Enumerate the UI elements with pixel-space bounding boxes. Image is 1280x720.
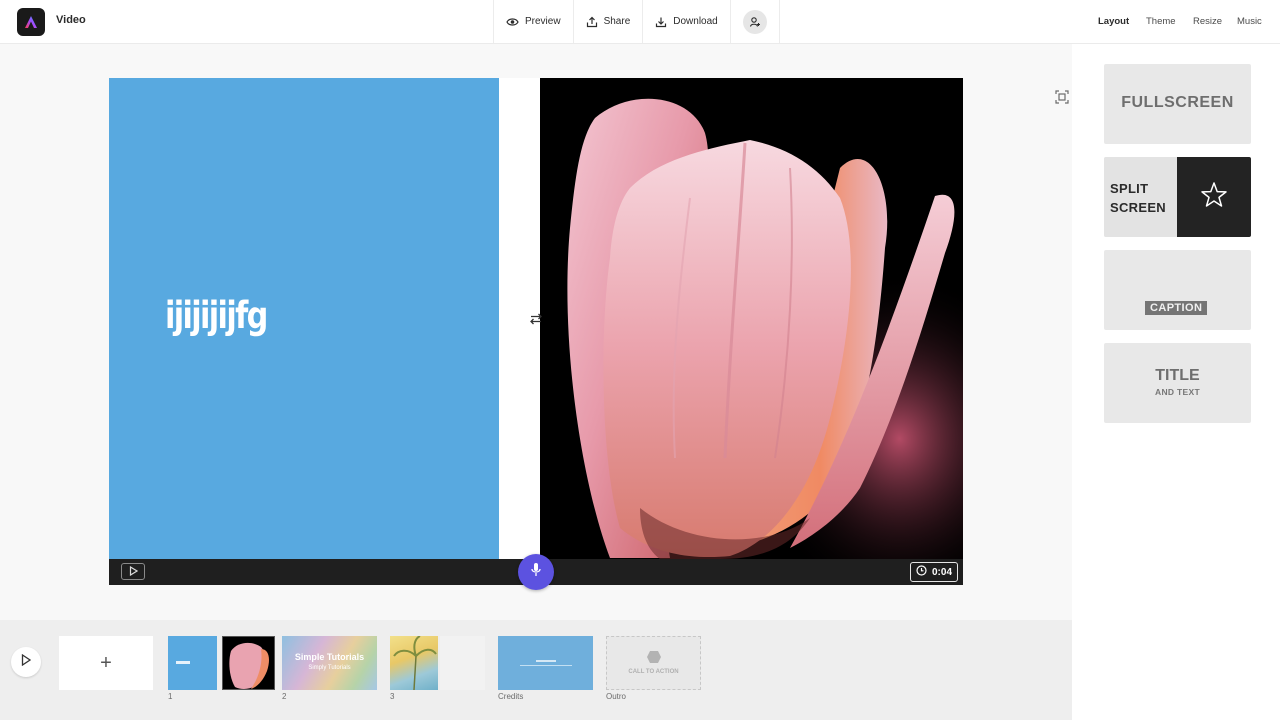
download-button[interactable]: Download <box>642 0 729 43</box>
swap-sides-handle[interactable] <box>526 309 546 329</box>
download-icon <box>655 16 667 28</box>
tulip-image[interactable] <box>540 78 963 559</box>
play-video-button[interactable] <box>11 647 41 677</box>
layout-split-screen-card[interactable]: SPLIT SCREEN <box>1104 157 1251 237</box>
eye-icon <box>506 17 519 27</box>
layout-title-card[interactable]: TITLE AND TEXT <box>1104 343 1251 423</box>
timeline-strip: + 1 Simple Tutorials Simply Tutorials 2 … <box>0 620 1072 720</box>
star-icon <box>1200 181 1228 214</box>
play-icon <box>21 653 32 671</box>
credits-line-2 <box>520 665 572 666</box>
timeline-thumb-1-right[interactable] <box>222 636 275 690</box>
share-icon <box>586 16 598 28</box>
layout-fullscreen-label: FULLSCREEN <box>1121 94 1234 111</box>
invite-button[interactable] <box>729 0 780 43</box>
top-actions: Preview Share Download <box>493 0 780 43</box>
add-slide-button[interactable]: + <box>59 636 153 690</box>
layout-fullscreen-card[interactable]: FULLSCREEN <box>1104 64 1251 144</box>
top-bar: Video Preview Share Download Layout Them… <box>0 0 1280 44</box>
right-tabs: Layout Theme Resize Music <box>1072 0 1280 43</box>
tab-theme[interactable]: Theme <box>1146 16 1176 27</box>
layout-caption-label: CAPTION <box>1145 301 1208 315</box>
layout-title-label: TITLE <box>1155 367 1200 384</box>
thumb-label-outro: Outro <box>606 692 627 701</box>
tab-resize[interactable]: Resize <box>1193 16 1222 27</box>
thumb-2-subtitle: Simply Tutorials <box>308 665 351 671</box>
thumb-label-1: 1 <box>168 692 173 701</box>
split-label-line1: SPLIT <box>1110 181 1149 196</box>
timeline-thumb-3-left[interactable] <box>390 636 438 690</box>
slide-text[interactable]: ijijijijfg <box>165 294 268 337</box>
download-label: Download <box>673 16 718 27</box>
credits-line-1 <box>536 660 556 662</box>
share-label: Share <box>603 16 631 27</box>
thumb-label-credits: Credits <box>498 692 524 701</box>
adobe-express-logo[interactable] <box>17 8 45 36</box>
slide-left-panel[interactable]: ijijijijfg <box>109 78 499 559</box>
timeline-thumb-outro[interactable]: CALL TO ACTION <box>606 636 701 690</box>
preview-button[interactable]: Preview <box>493 0 573 43</box>
layout-title-sublabel: AND TEXT <box>1155 387 1200 397</box>
outro-cta-text: CALL TO ACTION <box>628 669 679 675</box>
tab-music[interactable]: Music <box>1237 16 1262 27</box>
layout-split-label: SPLIT SCREEN <box>1110 179 1166 217</box>
slide-play-button[interactable] <box>121 563 145 580</box>
add-person-icon <box>742 9 767 34</box>
timeline-thumb-credits[interactable] <box>498 636 593 690</box>
split-label-line2: SCREEN <box>1110 200 1166 215</box>
layout-caption-card[interactable]: CAPTION <box>1104 250 1251 330</box>
layout-panel: FULLSCREEN SPLIT SCREEN CAPTION TITLE AN… <box>1072 44 1280 720</box>
document-title[interactable]: Video <box>56 14 86 26</box>
preview-label: Preview <box>525 16 561 27</box>
play-icon <box>129 563 138 581</box>
app-root: Video Preview Share Download Layout Them… <box>0 0 1280 720</box>
split-right-half <box>1177 157 1251 237</box>
thumb-text-mark <box>176 661 190 664</box>
split-left-half: SPLIT SCREEN <box>1104 157 1177 237</box>
timeline-thumb-3-right[interactable] <box>440 636 485 690</box>
clock-icon <box>916 565 927 579</box>
thumb-label-2: 2 <box>282 692 287 701</box>
timeline-thumb-2[interactable]: Simple Tutorials Simply Tutorials <box>282 636 377 690</box>
record-voice-button[interactable] <box>518 554 554 590</box>
share-button[interactable]: Share <box>572 0 643 43</box>
tab-layout[interactable]: Layout <box>1098 16 1129 27</box>
duration-badge[interactable]: 0:04 <box>909 562 958 582</box>
microphone-icon <box>530 562 542 583</box>
thumb-label-3: 3 <box>390 692 395 701</box>
fit-to-screen-icon[interactable] <box>1055 90 1069 109</box>
timeline-thumb-1-left[interactable] <box>168 636 217 690</box>
outro-badge-icon <box>646 650 662 669</box>
duration-text: 0:04 <box>931 566 952 578</box>
thumb-2-title: Simple Tutorials <box>294 652 365 662</box>
